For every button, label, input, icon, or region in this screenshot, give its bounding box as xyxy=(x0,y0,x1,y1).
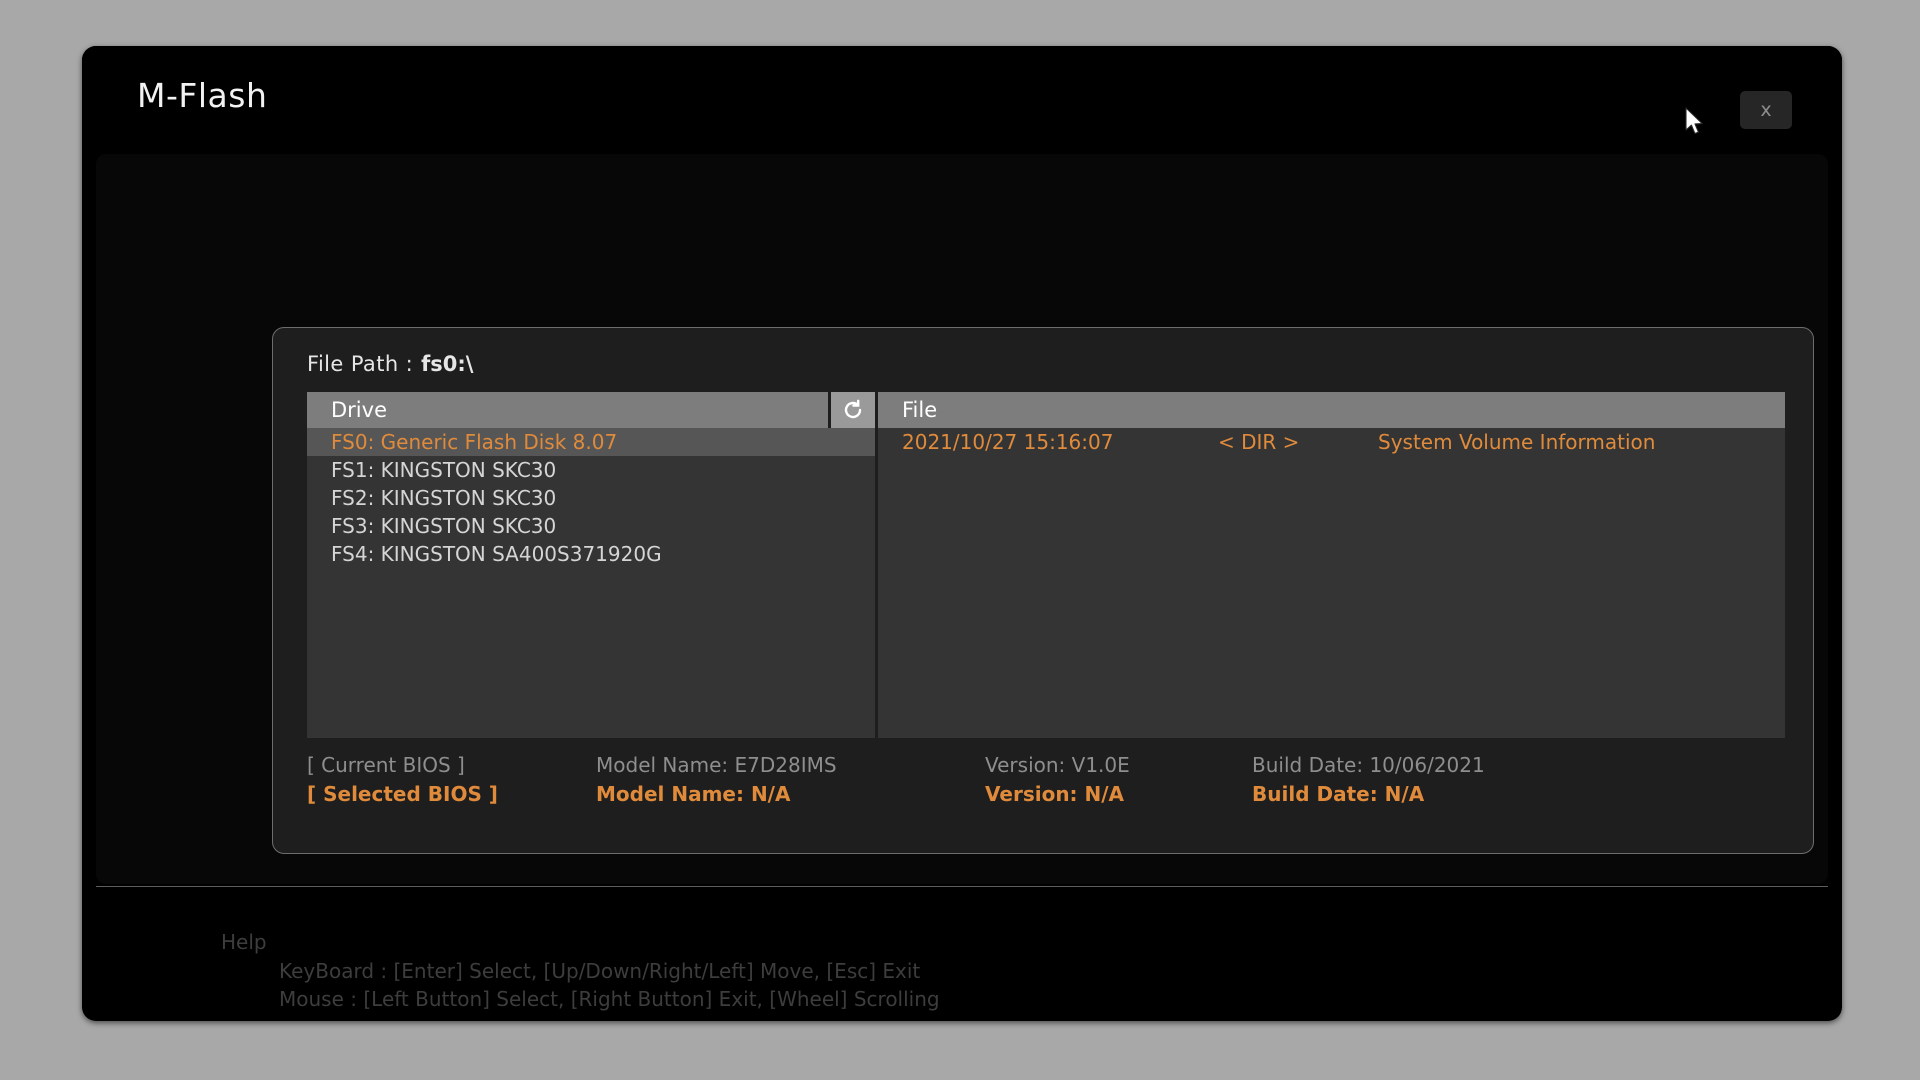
drive-list-item-label: FS1: KINGSTON SKC30 xyxy=(331,458,556,482)
file-item-date: 2021/10/27 15:16:07 xyxy=(902,428,1113,456)
drive-list-item-label: FS3: KINGSTON SKC30 xyxy=(331,514,556,538)
current-bios-tag: [ Current BIOS ] xyxy=(307,751,465,780)
file-path-value: fs0:\ xyxy=(421,352,473,376)
selected-bios-tag: [ Selected BIOS ] xyxy=(307,780,498,809)
bios-info-block: [ Current BIOS ] Model Name: E7D28IMS Ve… xyxy=(307,751,1785,809)
selected-bios-row: [ Selected BIOS ] Model Name: N/A Versio… xyxy=(307,780,1785,809)
current-bios-version: Version: V1.0E xyxy=(985,751,1130,780)
help-mouse-line: Mouse : [Left Button] Select, [Right But… xyxy=(279,987,940,1011)
close-button[interactable]: x xyxy=(1740,91,1792,129)
file-item-type: < DIR > xyxy=(1218,428,1299,456)
file-browser-panel: File Path : fs0:\ Drive File FS0: Generic… xyxy=(272,327,1814,854)
file-list[interactable]: 2021/10/27 15:16:07 < DIR > System Volume … xyxy=(878,428,1785,738)
help-separator xyxy=(96,886,1828,887)
drive-list-item[interactable]: FS0: Generic Flash Disk 8.07 xyxy=(307,428,875,456)
file-path-label: File Path : xyxy=(307,352,413,376)
current-bios-build-date: Build Date: 10/06/2021 xyxy=(1252,751,1485,780)
help-title: Help xyxy=(221,930,267,954)
selected-bios-build-date: Build Date: N/A xyxy=(1252,780,1424,809)
drive-list-item[interactable]: FS4: KINGSTON SA400S371920G xyxy=(307,540,875,568)
current-bios-model: Model Name: E7D28IMS xyxy=(596,751,837,780)
selected-bios-model: Model Name: N/A xyxy=(596,780,790,809)
mflash-window: M-Flash x File Path : fs0:\ Drive File xyxy=(82,46,1842,1021)
file-path-row: File Path : fs0:\ xyxy=(307,352,473,376)
refresh-button[interactable] xyxy=(831,392,875,428)
file-item-name: System Volume Information xyxy=(1378,428,1655,456)
drive-list-item-label: FS2: KINGSTON SKC30 xyxy=(331,486,556,510)
column-headers: Drive File xyxy=(307,392,1785,428)
help-keyboard-line: KeyBoard : [Enter] Select, [Up/Down/Righ… xyxy=(279,959,920,983)
drive-list-item[interactable]: FS2: KINGSTON SKC30 xyxy=(307,484,875,512)
file-list-item[interactable]: 2021/10/27 15:16:07 < DIR > System Volume … xyxy=(878,428,1785,456)
window-body: File Path : fs0:\ Drive File FS0: Generic… xyxy=(96,154,1828,884)
file-column-header: File xyxy=(878,392,1785,428)
title-bar: M-Flash x xyxy=(82,46,1842,154)
drive-list-item[interactable]: FS3: KINGSTON SKC30 xyxy=(307,512,875,540)
current-bios-row: [ Current BIOS ] Model Name: E7D28IMS Ve… xyxy=(307,751,1785,780)
drive-list-item-label: FS0: Generic Flash Disk 8.07 xyxy=(331,430,617,454)
drive-column-header: Drive xyxy=(307,392,828,428)
drive-list-item[interactable]: FS1: KINGSTON SKC30 xyxy=(307,456,875,484)
drive-list[interactable]: FS0: Generic Flash Disk 8.07 FS1: KINGSTO… xyxy=(307,428,875,738)
selected-bios-version: Version: N/A xyxy=(985,780,1124,809)
page-title: M-Flash xyxy=(137,76,267,115)
refresh-icon xyxy=(841,398,865,422)
drive-list-item-label: FS4: KINGSTON SA400S371920G xyxy=(331,542,662,566)
